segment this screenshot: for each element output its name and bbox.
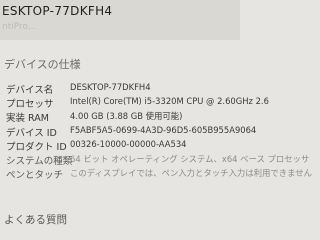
spec-row-ram: 実装 RAM 4.00 GB (3.88 GB 使用可能): [0, 110, 240, 124]
spec-label: デバイス ID: [6, 127, 57, 139]
spec-row-product-id: プロダクト ID 00326-10000-00000-AA534: [0, 139, 240, 153]
spec-row-system-type: システムの種類 64 ビット オペレーティング システム、x64 ベース プロセ…: [0, 153, 309, 167]
spec-value: 00326-10000-00000-AA534: [70, 138, 187, 149]
spec-value: Intel(R) Core(TM) i5-3320M CPU @ 2.60GHz…: [70, 96, 269, 107]
spec-row-pen-touch: ペンとタッチ このディスプレイでは、ペン入力とタッチ入力は利用できません: [0, 167, 312, 182]
spec-label: デバイス名: [6, 85, 54, 96]
device-name-title: ESKTOP-77DKFH4: [2, 4, 113, 18]
spec-label: 実装 RAM: [6, 113, 49, 125]
spec-label: プロセッサ: [6, 99, 54, 111]
spec-value: 64 ビット オペレーティング システム、x64 ベース プロセッサ: [70, 153, 310, 164]
spec-value: F5ABF5A5-0699-4A3D-96D5-605B955A9064: [70, 124, 257, 135]
spec-label: ペンとタッチ: [6, 170, 64, 182]
section-title: デバイスの仕様: [4, 58, 81, 71]
spec-label: プロダクト ID: [6, 141, 67, 153]
spec-row-device-name: デバイス名 DESKTOP-77DKFH4: [0, 82, 240, 96]
faq-link[interactable]: よくある質問: [4, 212, 67, 227]
spec-row-processor: プロセッサ Intel(R) Core(TM) i5-3320M CPU @ 2…: [0, 96, 269, 111]
spec-value: このディスプレイでは、ペン入力とタッチ入力は利用できません: [70, 168, 313, 179]
spec-label: システムの種類: [6, 155, 73, 167]
device-specs-list: デバイス名 DESKTOP-77DKFH4 プロセッサ Intel(R) Cor…: [0, 82, 312, 182]
spec-value: DESKTOP-77DKFH4: [70, 82, 151, 92]
header-subtitle: ntiPro...: [2, 22, 37, 32]
window-header: ESKTOP-77DKFH4 ntiPro...: [0, 0, 240, 40]
spec-row-device-id: デバイス ID F5ABF5A5-0699-4A3D-96D5-605B955A…: [0, 125, 256, 139]
spec-value: 4.00 GB (3.88 GB 使用可能): [70, 111, 183, 122]
